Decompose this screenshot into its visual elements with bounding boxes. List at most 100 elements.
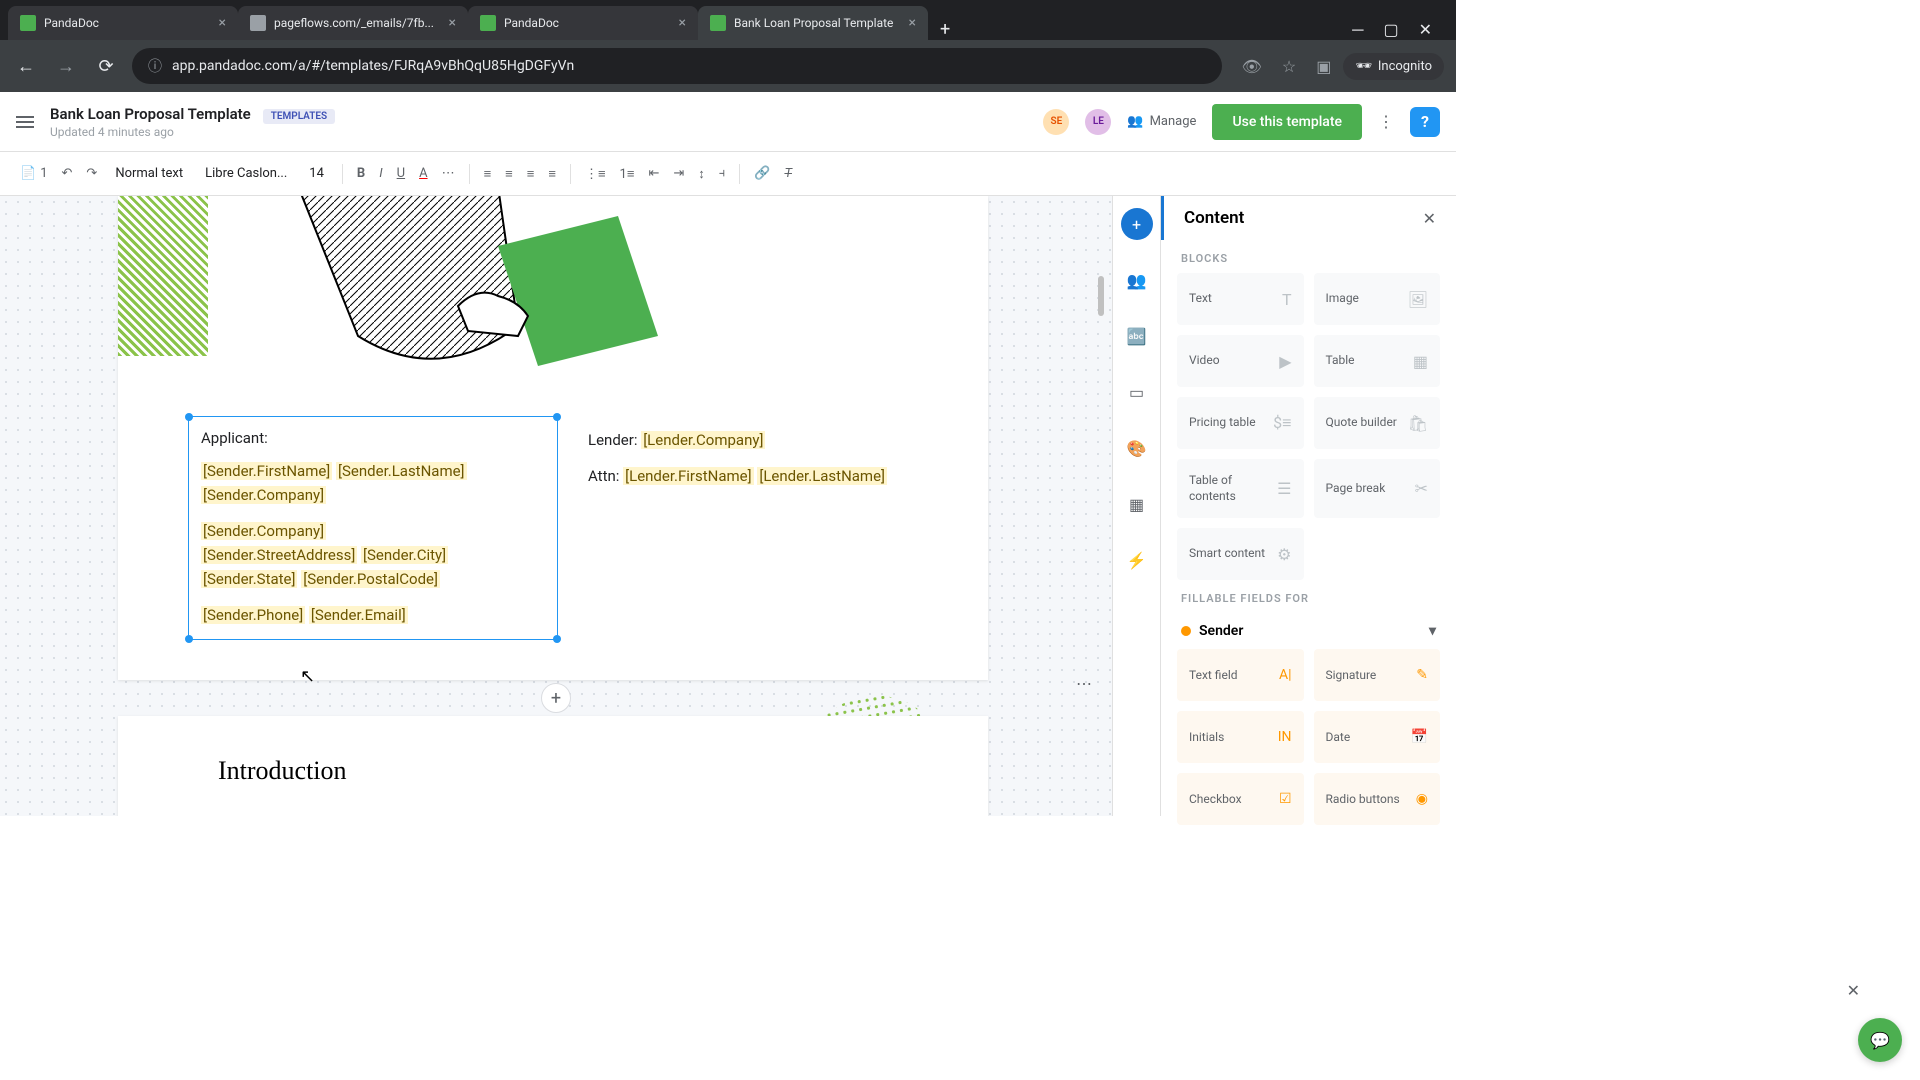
hero-image-block[interactable]	[118, 196, 988, 396]
field-text[interactable]: Text fieldA|	[1177, 649, 1304, 701]
automation-button[interactable]: ⚡	[1121, 544, 1153, 576]
font-size-select[interactable]: 14	[305, 166, 328, 181]
token-sender-city[interactable]: [Sender.City]	[361, 546, 448, 564]
maximize-icon[interactable]: ▢	[1383, 20, 1398, 40]
align-right-button[interactable]: ≡	[527, 166, 535, 182]
avatar-se[interactable]: SE	[1043, 109, 1069, 135]
block-text[interactable]: TextT	[1177, 273, 1304, 325]
token-sender-phone[interactable]: [Sender.Phone]	[201, 606, 305, 624]
help-button[interactable]: ?	[1410, 107, 1440, 137]
selection-handle[interactable]	[553, 635, 561, 643]
token-lender-lastname[interactable]: [Lender.LastName]	[757, 467, 887, 485]
incognito-badge[interactable]: 🕶 Incognito	[1343, 53, 1444, 80]
bold-button[interactable]: B	[357, 166, 365, 181]
block-smart-content[interactable]: Smart content⚙	[1177, 528, 1304, 580]
token-lender-company[interactable]: [Lender.Company]	[641, 431, 765, 449]
tab-close-icon[interactable]: ×	[219, 15, 226, 31]
block-image[interactable]: Image🖼	[1314, 273, 1441, 325]
document-page-2[interactable]: Introduction	[118, 716, 988, 816]
add-block-button[interactable]: +	[541, 683, 571, 713]
tab-close-icon[interactable]: ×	[909, 15, 916, 31]
add-content-button[interactable]: +	[1121, 208, 1153, 240]
token-sender-state[interactable]: [Sender.State]	[201, 570, 297, 588]
align-justify-button[interactable]: ≡	[548, 166, 556, 182]
manage-button[interactable]: 👥 Manage	[1127, 114, 1196, 129]
redo-button[interactable]: ↷	[86, 166, 97, 181]
apps-button[interactable]: ▦	[1121, 488, 1153, 520]
tab-close-icon[interactable]: ×	[679, 15, 686, 31]
document-canvas[interactable]: Applicant: [Sender.FirstName] [Sender.La…	[0, 196, 1112, 816]
spacing-button[interactable]: ⫞	[719, 166, 726, 181]
font-family-select[interactable]: Libre Caslon...	[201, 166, 291, 181]
token-sender-postal[interactable]: [Sender.PostalCode]	[301, 570, 440, 588]
panel-icon[interactable]: ▣	[1316, 57, 1331, 76]
design-button[interactable]: 🎨	[1121, 432, 1153, 464]
undo-button[interactable]: ↶	[62, 166, 73, 181]
forward-button[interactable]: →	[52, 56, 80, 77]
browser-tab[interactable]: pageflows.com/_emails/7fb... ×	[238, 6, 468, 40]
scrollbar-thumb[interactable]	[1098, 276, 1104, 316]
browser-tab[interactable]: PandaDoc ×	[468, 6, 698, 40]
text-color-button[interactable]: A	[419, 166, 427, 181]
recipients-button[interactable]: 👥	[1121, 264, 1153, 296]
align-center-button[interactable]: ≡	[505, 166, 513, 182]
layout-button[interactable]: ▭	[1121, 376, 1153, 408]
reload-button[interactable]: ⟳	[92, 56, 120, 77]
token-lender-firstname[interactable]: [Lender.FirstName]	[623, 467, 753, 485]
document-title[interactable]: Bank Loan Proposal Template	[50, 105, 251, 123]
underline-button[interactable]: U	[397, 166, 405, 181]
chat-fab-button[interactable]: 💬	[1858, 1018, 1902, 1062]
block-more-button[interactable]: ⋯	[1076, 674, 1092, 693]
browser-tab-active[interactable]: Bank Loan Proposal Template ×	[698, 6, 928, 40]
token-sender-firstname[interactable]: [Sender.FirstName]	[201, 462, 332, 480]
block-quote-builder[interactable]: Quote builder🛍	[1314, 397, 1441, 449]
minimize-icon[interactable]: ─	[1352, 20, 1363, 40]
block-toc[interactable]: Table of contents☰	[1177, 459, 1304, 518]
field-date[interactable]: Date📅	[1314, 711, 1441, 763]
selection-handle[interactable]	[185, 413, 193, 421]
indent-right-button[interactable]: ⇥	[673, 166, 684, 181]
selection-handle[interactable]	[185, 635, 193, 643]
field-initials[interactable]: InitialsIN	[1177, 711, 1304, 763]
bookmark-icon[interactable]: ☆	[1282, 57, 1296, 76]
paragraph-style-select[interactable]: Normal text	[111, 166, 187, 181]
more-options-button[interactable]: ⋮	[1378, 112, 1394, 131]
token-sender-street[interactable]: [Sender.StreetAddress]	[201, 546, 357, 564]
tab-close-icon[interactable]: ×	[449, 15, 456, 31]
pages-button[interactable]: 📄 1	[20, 166, 48, 181]
sender-selector[interactable]: Sender ▾	[1161, 613, 1456, 649]
browser-tab[interactable]: PandaDoc ×	[8, 6, 238, 40]
close-window-icon[interactable]: ✕	[1419, 20, 1432, 40]
variables-button[interactable]: 🔤	[1121, 320, 1153, 352]
lender-text-block[interactable]: Lender: [Lender.Company] Attn: [Lender.F…	[588, 416, 918, 640]
use-template-button[interactable]: Use this template	[1212, 104, 1362, 140]
avatar-le[interactable]: LE	[1085, 109, 1111, 135]
line-height-button[interactable]: ↕	[698, 166, 705, 182]
field-checkbox[interactable]: Checkbox☑	[1177, 773, 1304, 825]
field-radio[interactable]: Radio buttons◉	[1314, 773, 1441, 825]
link-button[interactable]: 🔗	[754, 166, 770, 181]
panel-close-icon[interactable]: ✕	[1423, 209, 1436, 228]
applicant-text-block[interactable]: Applicant: [Sender.FirstName] [Sender.La…	[188, 416, 558, 640]
number-list-button[interactable]: 1≡	[620, 166, 635, 182]
align-left-button[interactable]: ≡	[484, 166, 492, 182]
block-page-break[interactable]: Page break✂	[1314, 459, 1441, 518]
block-video[interactable]: Video▶	[1177, 335, 1304, 387]
block-pricing-table[interactable]: Pricing table$≡	[1177, 397, 1304, 449]
clear-format-button[interactable]: T	[784, 166, 792, 181]
new-tab-button[interactable]: +	[928, 19, 962, 40]
eye-off-icon[interactable]: 👁	[1242, 57, 1262, 76]
back-button[interactable]: ←	[12, 56, 40, 77]
italic-button[interactable]: I	[379, 166, 382, 181]
block-table[interactable]: Table▦	[1314, 335, 1441, 387]
indent-left-button[interactable]: ⇤	[648, 166, 659, 181]
field-signature[interactable]: Signature✎	[1314, 649, 1441, 701]
bullet-list-button[interactable]: ⋮≡	[585, 166, 606, 182]
intro-heading[interactable]: Introduction	[218, 756, 888, 786]
url-input[interactable]: ⓘ app.pandadoc.com/a/#/templates/FJRqA9v…	[132, 48, 1222, 84]
document-page[interactable]: Applicant: [Sender.FirstName] [Sender.La…	[118, 196, 988, 680]
token-sender-lastname[interactable]: [Sender.LastName]	[336, 462, 467, 480]
dismiss-icon[interactable]: ✕	[1847, 981, 1860, 1000]
more-format-button[interactable]: ⋯	[442, 166, 455, 181]
menu-button[interactable]	[16, 113, 34, 131]
